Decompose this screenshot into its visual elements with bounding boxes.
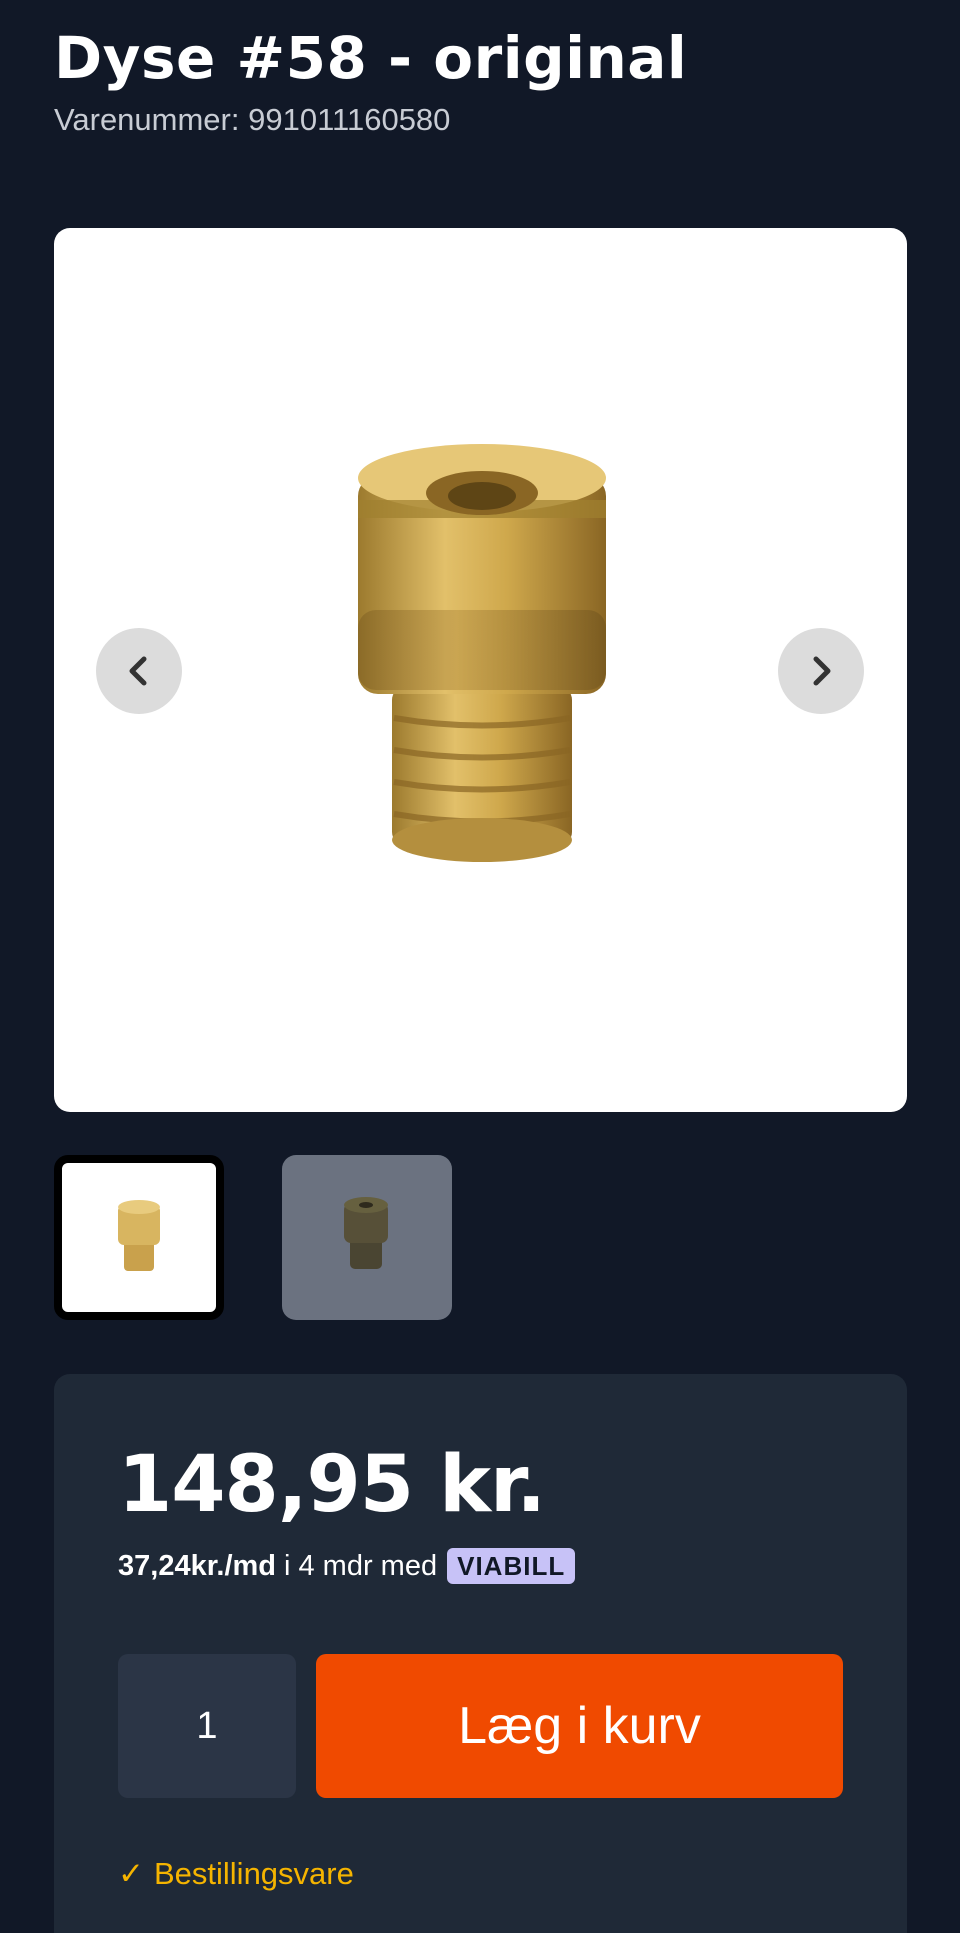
product-page: Dyse #58 - original Varenummer: 99101116… xyxy=(0,0,960,1933)
purchase-panel: 148,95 kr. 37,24kr./md i 4 mdr med VIABI… xyxy=(54,1374,907,1933)
gallery-prev-button[interactable] xyxy=(96,628,182,714)
gallery-thumbnail-2[interactable] xyxy=(282,1155,452,1320)
add-to-cart-button[interactable]: Læg i kurv xyxy=(316,1654,843,1798)
quantity-input[interactable] xyxy=(118,1654,296,1798)
installment-amount: 37,24kr./md xyxy=(118,1550,276,1582)
check-icon: ✓ xyxy=(118,1856,144,1891)
sku-label: Varenummer: xyxy=(54,102,240,137)
thumbnail-image-2 xyxy=(344,1197,388,1269)
product-price: 148,95 kr. xyxy=(118,1440,546,1530)
product-sku: Varenummer: 991011160580 xyxy=(54,100,450,140)
installment-text: i 4 mdr med xyxy=(284,1550,438,1582)
gallery-next-button[interactable] xyxy=(778,628,864,714)
stock-status-label: Bestillingsvare xyxy=(153,1856,354,1891)
chevron-left-icon xyxy=(129,656,147,686)
thumbnail-image-1 xyxy=(118,1200,160,1271)
gallery-thumbnail-1[interactable] xyxy=(54,1155,224,1320)
viabill-logo[interactable]: VIABILL xyxy=(447,1548,576,1584)
sku-value: 991011160580 xyxy=(248,102,451,137)
chevron-right-icon xyxy=(813,656,831,686)
stock-status: ✓ Bestillingsvare xyxy=(118,1854,354,1894)
product-title: Dyse #58 - original xyxy=(54,24,688,92)
installment-info: 37,24kr./md i 4 mdr med VIABILL xyxy=(118,1546,576,1586)
